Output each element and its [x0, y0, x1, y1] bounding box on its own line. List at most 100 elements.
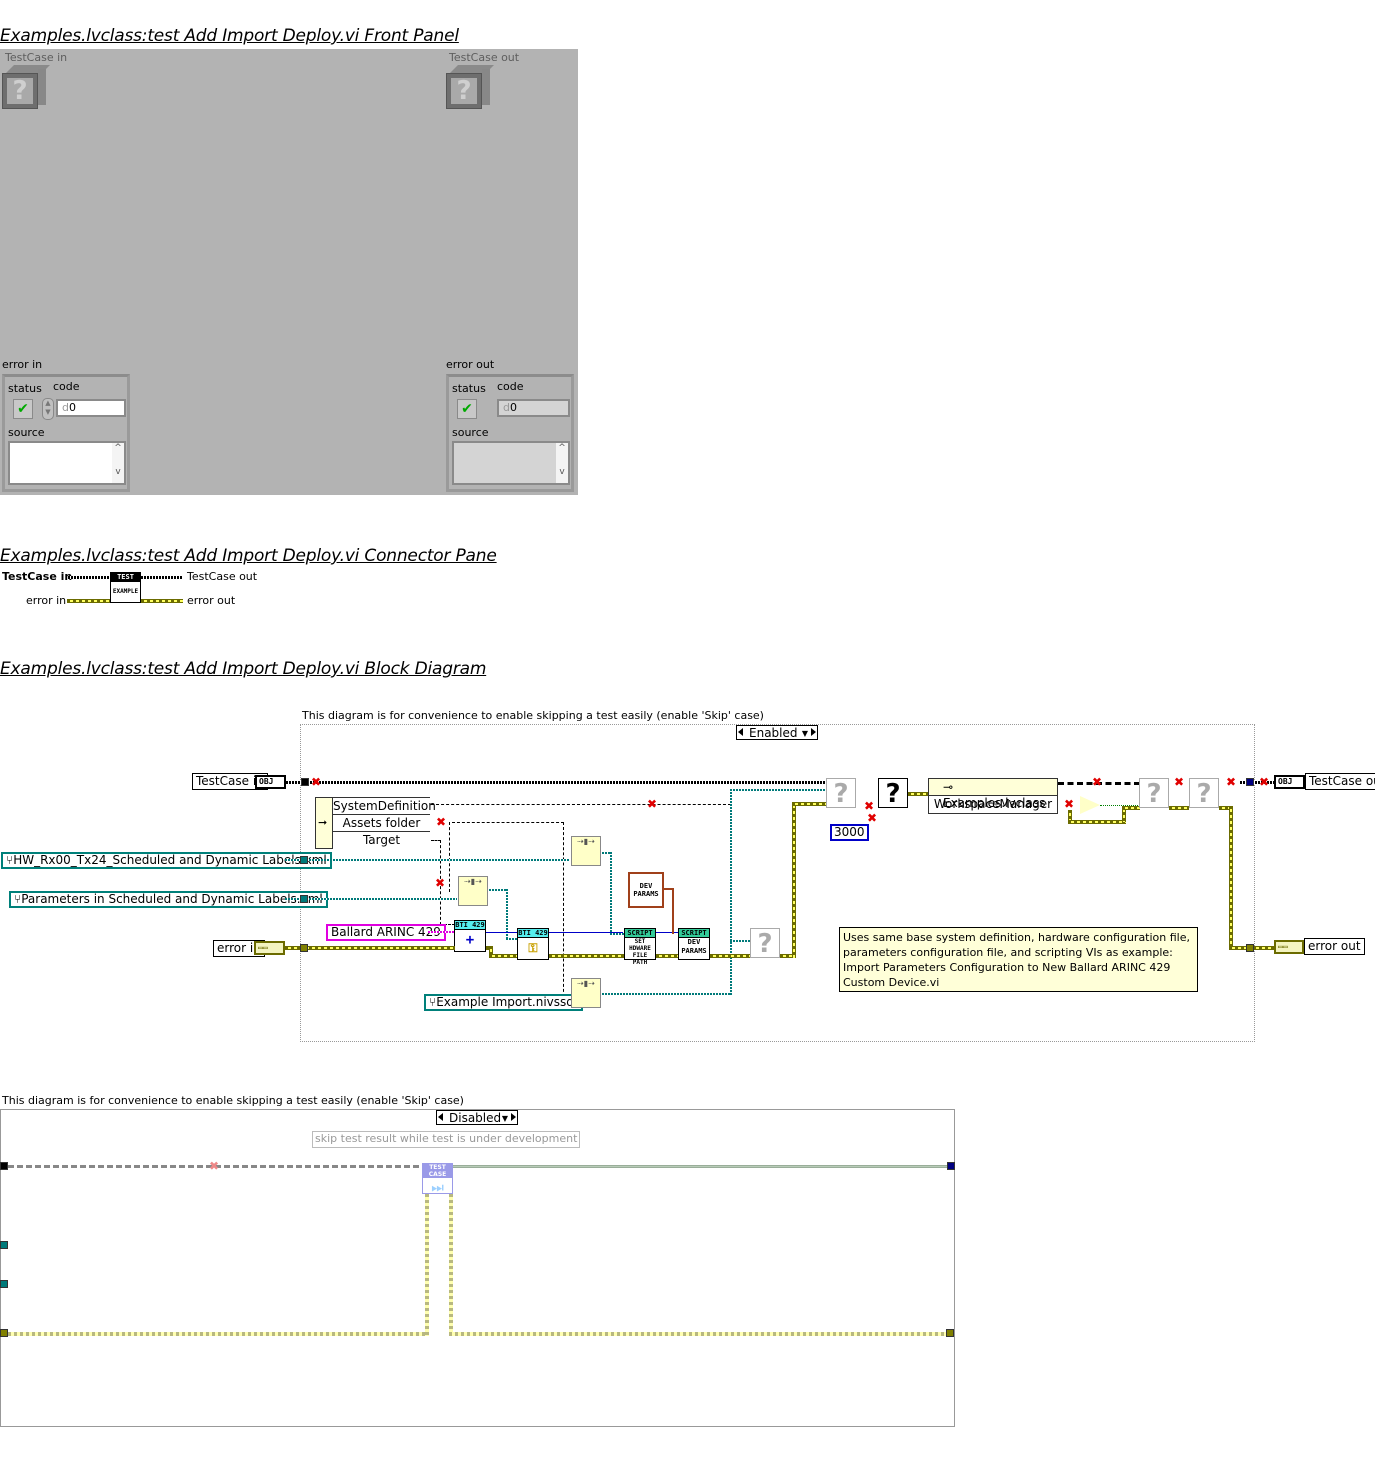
- error-in-terminal[interactable]: ▭▭: [254, 941, 285, 955]
- sysdef-ref-wire: [431, 804, 731, 805]
- bti-429-add-icon[interactable]: BTI 429 +: [454, 920, 486, 952]
- nivssdf-path-constant[interactable]: ⑂Example Import.nivssdf: [424, 994, 584, 1011]
- testcase-wire-disabled-out: [453, 1165, 948, 1168]
- property-node-ref: ➞: [316, 798, 332, 848]
- params-path-constant[interactable]: ⑂Parameters in Scheduled and Dynamic Lab…: [9, 891, 328, 908]
- status-label: status: [8, 382, 42, 395]
- path-value: Example Import.nivssdf: [436, 995, 579, 1009]
- case-selector-value: Enabled: [749, 726, 798, 740]
- property-assets-folder[interactable]: Assets folder: [333, 815, 430, 832]
- status-checkbox[interactable]: ✔: [13, 399, 33, 419]
- enabled-diagram-caption: This diagram is for convenience to enabl…: [302, 709, 764, 722]
- scroll-down-icon[interactable]: v: [112, 467, 124, 477]
- error-wire: [1122, 806, 1140, 810]
- next-case-icon[interactable]: [811, 728, 816, 736]
- path-tunnel: [0, 1280, 8, 1288]
- previous-case-icon[interactable]: [738, 728, 743, 736]
- skip-test-case-icon[interactable]: TEST CASE ⏭: [422, 1163, 453, 1196]
- error-wire: [908, 792, 928, 796]
- path-value: Parameters in Scheduled and Dynamic Labe…: [21, 892, 323, 906]
- error-out-label: error out: [446, 358, 495, 371]
- unknown-vi-icon[interactable]: ?: [1189, 778, 1219, 809]
- status-led: ✔: [457, 399, 477, 419]
- error-case-x-icon: ✖: [864, 799, 875, 813]
- front-panel-title: Examples.lvclass:test Add Import Deploy.…: [0, 26, 459, 46]
- dropdown-arrow-icon[interactable]: ▼: [502, 1115, 508, 1123]
- path-tunnel: [300, 895, 308, 903]
- box-front: ?: [2, 73, 38, 109]
- testcase-tunnel-out: [947, 1162, 955, 1170]
- property-system-definition[interactable]: SystemDefinition: [333, 798, 436, 815]
- dropdown-arrow-icon[interactable]: ▼: [802, 730, 808, 738]
- testcase-in-terminal[interactable]: OBJ: [255, 775, 286, 789]
- error-tunnel-out: [946, 1329, 954, 1337]
- connector-pane-title: Examples.lvclass:test Add Import Deploy.…: [0, 546, 497, 566]
- config-key-icon: ⚿: [528, 941, 538, 955]
- testcase-wire: [286, 781, 826, 784]
- error-out-terminal[interactable]: ▭▭: [1274, 940, 1304, 954]
- code-value: 0: [509, 401, 517, 414]
- unknown-vi-icon[interactable]: ?: [750, 928, 780, 959]
- code-label: code: [497, 380, 524, 393]
- error-wire: [1068, 820, 1126, 824]
- build-path-icon[interactable]: ⇢▮⇢: [458, 876, 488, 906]
- disabled-diagram-caption: This diagram is for convenience to enabl…: [2, 1094, 464, 1107]
- enabled-case-selector[interactable]: Enabled ▼: [736, 725, 818, 740]
- timeout-numeric-constant[interactable]: 3000: [830, 824, 869, 841]
- radix-indicator: d: [62, 401, 69, 414]
- nivssdf-path-wire-v: [730, 789, 732, 995]
- cp-wire-testcase-in: [68, 576, 110, 579]
- hw-config-path-constant[interactable]: ⑂HW_Rx00_Tx24_Scheduled and Dynamic Labe…: [1, 852, 332, 869]
- unknown-vi-icon[interactable]: ?: [1139, 778, 1169, 809]
- source-input[interactable]: ^ v: [8, 441, 126, 485]
- dev-params-constant[interactable]: DEV PARAMS: [628, 872, 664, 908]
- path-wire: [610, 933, 624, 935]
- error-wire-disabled: [8, 1332, 428, 1336]
- class-method-node[interactable]: ⊸ Examples.lvclass WorkspaceManager: [928, 778, 1058, 814]
- source-scrollbar[interactable]: ^ v: [112, 443, 124, 483]
- disabled-case-selector[interactable]: Disabled ▼: [436, 1110, 518, 1125]
- error-wire: [1169, 806, 1189, 810]
- error-case-x-icon: ✖: [436, 815, 447, 829]
- testcase-in-label: TestCase in: [5, 51, 68, 64]
- not-a-refnum-primitive[interactable]: [1080, 796, 1100, 814]
- build-path-icon[interactable]: ⇢▮⇢: [571, 978, 601, 1008]
- class-node-member[interactable]: WorkspaceManager: [929, 796, 1057, 813]
- script-set-hardware-file-path-icon[interactable]: SCRIPT SET HDWARE FILE PATH: [624, 928, 656, 966]
- next-case-icon[interactable]: [511, 1113, 516, 1121]
- scroll-up-icon[interactable]: ^: [112, 443, 124, 453]
- testcase-in-control[interactable]: ?: [2, 65, 50, 109]
- bti-429-config-icon[interactable]: BTI 429 ⚿: [517, 928, 549, 960]
- error-case-x-icon: ✖: [209, 1159, 220, 1173]
- error-wire-disabled-v: [449, 1194, 453, 1336]
- path-value: HW_Rx00_Tx24_Scheduled and Dynamic Label…: [13, 853, 327, 867]
- unknown-vi-icon-black[interactable]: ?: [878, 778, 908, 809]
- case-selector-value: Disabled: [449, 1111, 502, 1125]
- scroll-down-icon[interactable]: v: [556, 467, 568, 477]
- plus-icon: +: [465, 932, 475, 948]
- code-increment-decrement[interactable]: ▲ ▼: [42, 398, 54, 420]
- skip-icon-band: TEST CASE: [423, 1164, 452, 1178]
- unknown-vi-icon[interactable]: ?: [826, 778, 856, 809]
- code-input[interactable]: d0: [56, 399, 126, 417]
- testcase-out-terminal[interactable]: OBJ: [1274, 775, 1305, 789]
- script-dev-params-icon[interactable]: SCRIPT DEV PARAMS: [678, 928, 710, 960]
- property-node[interactable]: ➞ SystemDefinition Assets folder Target: [315, 797, 436, 849]
- params-path-wire: [285, 898, 457, 900]
- property-target[interactable]: Target: [333, 832, 430, 849]
- diagram-comment: Uses same base system definition, hardwa…: [839, 927, 1198, 992]
- cp-output-testcase-out: TestCase out: [187, 570, 258, 583]
- path-tunnel: [300, 856, 308, 864]
- nivssdf-path-wire-branch: [730, 940, 750, 942]
- source-scrollbar[interactable]: ^ v: [556, 443, 568, 483]
- nivssdf-path-wire: [730, 789, 826, 791]
- error-tunnel-out: [1246, 944, 1254, 952]
- source-indicator: ^ v: [452, 441, 570, 485]
- build-path-icon[interactable]: ⇢▮⇢: [571, 836, 601, 866]
- error-wire-disabled-out: [449, 1332, 947, 1336]
- error-case-x-icon: ✖: [1259, 775, 1270, 789]
- scroll-up-icon[interactable]: ^: [556, 443, 568, 453]
- previous-case-icon[interactable]: [438, 1113, 443, 1121]
- string-wire: [428, 931, 455, 933]
- error-wire: [710, 954, 750, 958]
